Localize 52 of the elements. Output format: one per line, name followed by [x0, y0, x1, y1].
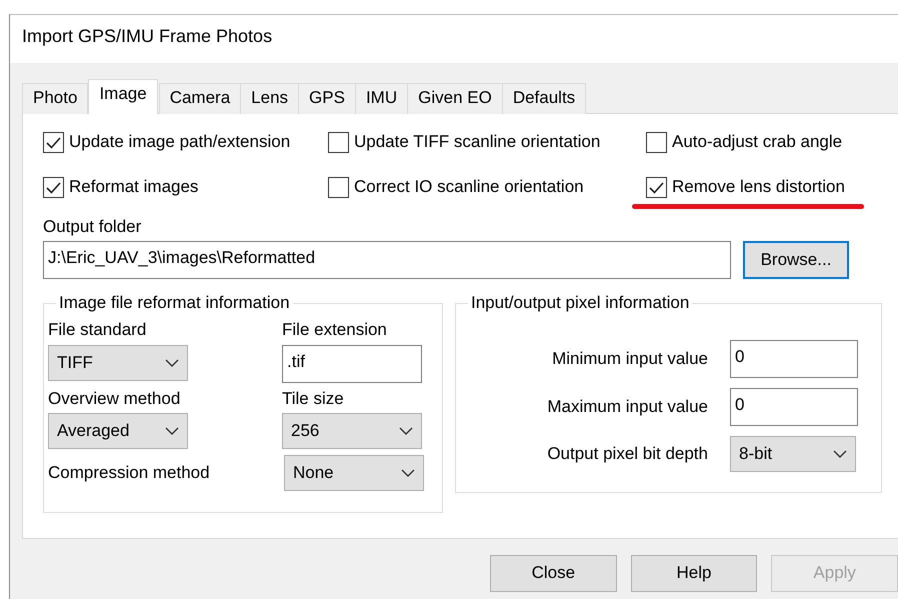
chevron-down-icon: [165, 358, 179, 367]
group-title: Image file reformat information: [56, 293, 293, 314]
dropdown[interactable]: None: [284, 455, 424, 492]
tab[interactable]: Camera: [158, 83, 242, 114]
checkbox[interactable]: [43, 132, 64, 153]
checkbox-label: Update image path/extension: [69, 132, 290, 153]
checkbox[interactable]: [646, 177, 667, 198]
checkbox[interactable]: [43, 177, 64, 198]
chevron-down-icon: [833, 450, 847, 458]
checkbox-label: Reformat images: [69, 177, 198, 198]
field-label: Output folder: [43, 217, 142, 236]
output-folder-field[interactable]: J:\Eric_UAV_3\images\Reformatted: [43, 241, 731, 280]
tab[interactable]: Lens: [240, 83, 300, 114]
field-label: Tile size: [282, 388, 345, 410]
text-field[interactable]: 0: [730, 340, 858, 378]
chevron-down-icon: [399, 427, 413, 436]
checkbox-label: Auto-adjust crab angle: [672, 132, 842, 153]
checkbox[interactable]: [328, 132, 349, 153]
text-field[interactable]: .tif: [282, 344, 422, 383]
checkbox-label: Correct IO scanline orientation: [354, 177, 584, 198]
dialog-button[interactable]: Close: [490, 555, 617, 592]
field-label: Output pixel bit depth: [546, 444, 708, 465]
checkbox-label: Remove lens distortion: [672, 177, 845, 198]
checkbox[interactable]: [646, 132, 667, 153]
checkbox[interactable]: [328, 177, 349, 198]
field-label: Minimum input value: [551, 349, 708, 370]
checkbox-label: Update TIFF scanline orientation: [354, 132, 600, 153]
tab[interactable]: IMU: [354, 83, 408, 114]
field-label: Maximum input value: [546, 397, 708, 418]
chevron-down-icon: [401, 469, 415, 478]
field-label: File standard: [48, 320, 148, 341]
text-field[interactable]: 0: [730, 388, 858, 426]
group-title: Input/output pixel information: [468, 293, 692, 314]
checkmark-icon: [649, 182, 664, 194]
tab[interactable]: Image: [88, 79, 158, 114]
tab[interactable]: Photo: [22, 83, 88, 114]
tab[interactable]: GPS: [298, 83, 356, 114]
checkmark-icon: [46, 182, 61, 194]
field-label: File extension: [282, 320, 388, 341]
dropdown[interactable]: 256: [282, 413, 422, 450]
dropdown[interactable]: 8-bit: [730, 436, 856, 472]
window-title: Import GPS/IMU Frame Photos: [22, 26, 272, 46]
tab[interactable]: Defaults: [502, 83, 586, 114]
dropdown[interactable]: TIFF: [48, 344, 188, 381]
dropdown[interactable]: Averaged: [48, 413, 188, 450]
dialog-button[interactable]: Help: [630, 555, 758, 592]
chevron-down-icon: [165, 427, 179, 436]
tab[interactable]: Given EO: [407, 83, 503, 114]
checkmark-icon: [46, 136, 61, 148]
browse-button[interactable]: Browse...: [743, 241, 849, 280]
field-label: Overview method: [48, 388, 182, 410]
field-label: Compression method: [48, 462, 210, 484]
